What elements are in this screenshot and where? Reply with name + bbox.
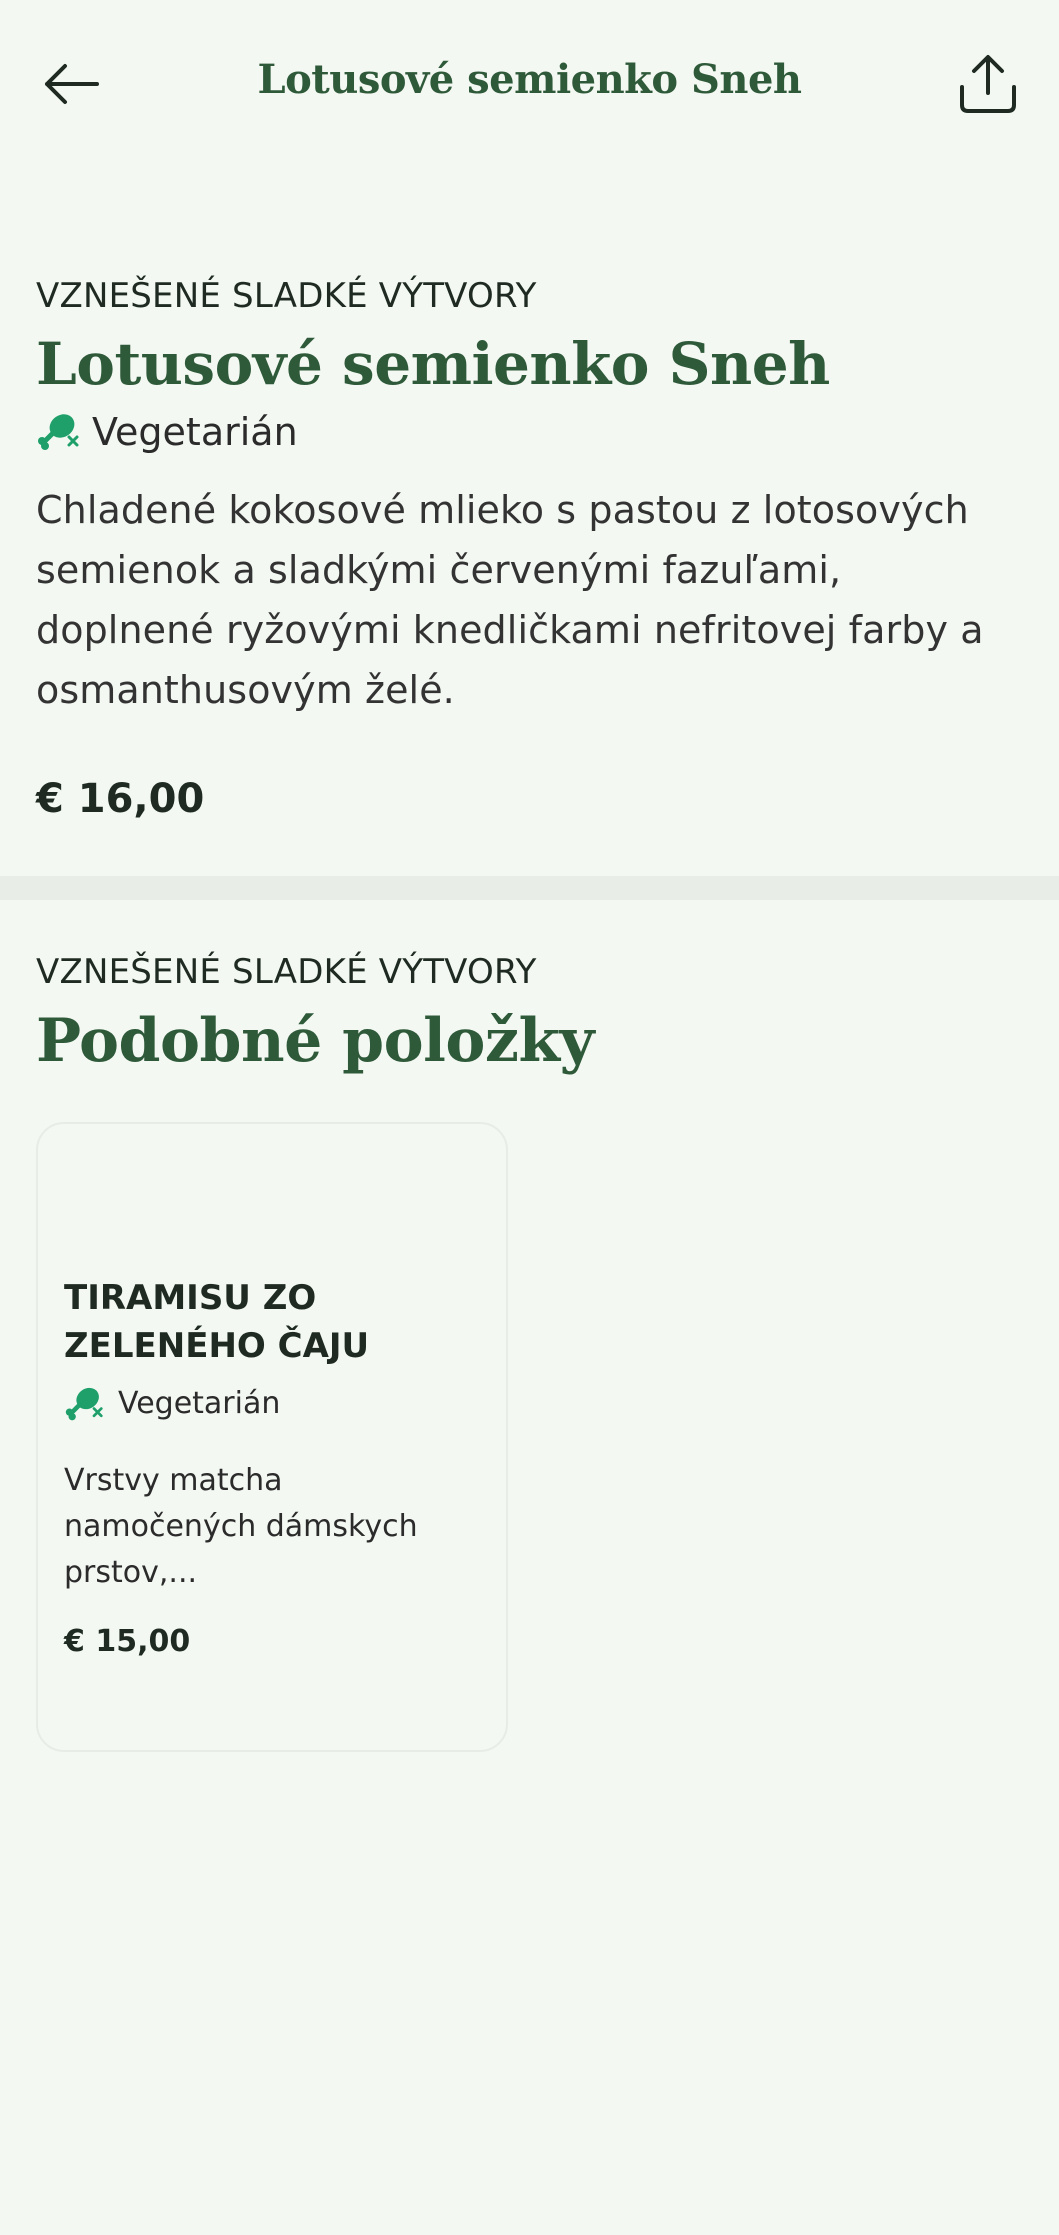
- similar-item-card[interactable]: TIRAMISU ZO ZELENÉHO ČAJU Vegetarián Vrs…: [36, 1121, 508, 1752]
- vegetarian-drumstick-icon: [65, 1387, 103, 1420]
- vegetarian-drumstick-icon: [38, 413, 79, 450]
- share-button[interactable]: [953, 50, 1023, 118]
- similar-category: VZNEŠENÉ SLADKÉ VÝTVORY: [36, 951, 537, 992]
- diet-badge: Vegetarián: [64, 1384, 480, 1424]
- product-description: Chladené kokosové mlieko s pastou z loto…: [36, 487, 984, 712]
- similar-title: Podobné položky: [36, 1005, 594, 1076]
- diet-label: Vegetarián: [92, 409, 298, 454]
- diet-label: Vegetarián: [118, 1386, 281, 1422]
- section-divider: [0, 875, 1059, 900]
- similar-item-description: Vrstvy matcha namočených dámskych prstov…: [64, 1462, 418, 1590]
- product-category: VZNEŠENÉ SLADKÉ VÝTVORY: [36, 276, 537, 316]
- product-price: € 16,00: [36, 775, 205, 822]
- share-icon: [960, 55, 1016, 113]
- product-details: VZNEŠENÉ SLADKÉ VÝTVORY Lotusové semienk…: [0, 224, 1059, 876]
- product-title: Lotusové semienko Sneh: [36, 330, 830, 398]
- top-bar: Lotusové semienko Sneh: [0, 0, 1059, 170]
- similar-item-price: € 15,00: [64, 1623, 191, 1659]
- similar-item-name: TIRAMISU ZO ZELENÉHO ČAJU: [64, 1277, 370, 1366]
- diet-badge: Vegetarián: [36, 410, 1023, 454]
- header-title: Lotusové semienko Sneh: [257, 56, 802, 103]
- similar-items-section: VZNEŠENÉ SLADKÉ VÝTVORY Podobné položky …: [0, 900, 1059, 1752]
